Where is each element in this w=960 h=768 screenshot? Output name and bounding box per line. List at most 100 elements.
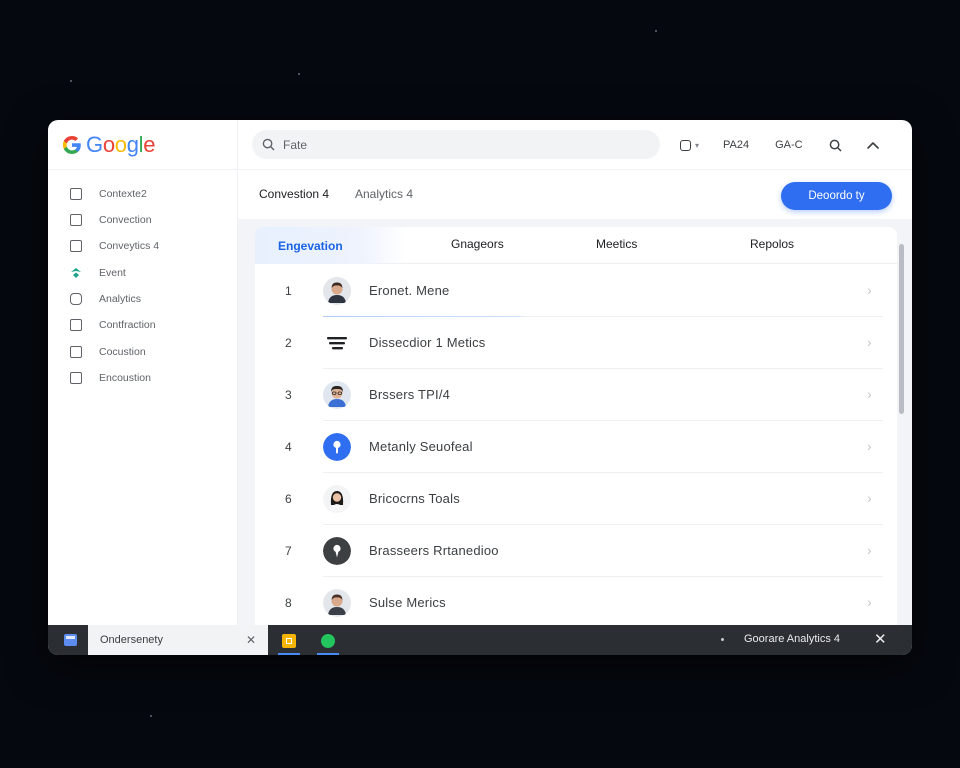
- scrollbar[interactable]: [899, 244, 904, 414]
- slides-app-icon[interactable]: [278, 632, 300, 655]
- sidebar-item-conveytics[interactable]: Conveytics 4: [70, 238, 159, 254]
- avatar-man-icon: [323, 589, 351, 617]
- sidebar-item-cocustion[interactable]: Cocustion: [70, 344, 146, 360]
- doc-icon: [70, 372, 82, 384]
- panel-icon: [70, 240, 82, 252]
- divider: [237, 120, 238, 170]
- row-number: 6: [285, 492, 292, 506]
- checkbox-icon: [680, 139, 691, 151]
- chevron-down-icon: ▾: [695, 140, 700, 150]
- primary-action-button[interactable]: Deoordo ty: [781, 182, 892, 210]
- google-logo[interactable]: Google: [62, 132, 155, 158]
- list-item[interactable]: 2 Dissecdior 1 Metics ›: [255, 317, 897, 369]
- mic-icon: [323, 433, 351, 461]
- sidebar-item-label: Contfraction: [99, 319, 156, 331]
- sidebar: Contexte2 Convection Conveytics 4 Event …: [48, 171, 238, 626]
- chevron-right-icon: ›: [867, 334, 872, 350]
- export-icon: [70, 346, 82, 358]
- row-label: Brssers TPI/4: [369, 387, 451, 402]
- row-number: 4: [285, 440, 292, 454]
- sidebar-item-label: Event: [99, 267, 126, 279]
- tag-icon: [70, 293, 82, 305]
- search-bar[interactable]: [252, 130, 660, 159]
- close-icon[interactable]: ✕: [246, 633, 256, 647]
- logo-letter: g: [126, 132, 139, 157]
- account-label[interactable]: PA24: [723, 139, 749, 151]
- active-indicator: [317, 653, 339, 655]
- sidebar-item-analytics[interactable]: Analytics: [70, 291, 141, 307]
- chevron-right-icon: ›: [867, 594, 872, 610]
- row-number: 2: [285, 336, 292, 350]
- close-icon[interactable]: ✕: [874, 630, 887, 648]
- sidebar-item-event[interactable]: Event: [70, 265, 126, 281]
- chevron-right-icon: ›: [867, 282, 872, 298]
- row-label: Sulse Merics: [369, 595, 446, 610]
- star-decoration: [70, 80, 72, 82]
- row-label: Brasseers Rrtanedioo: [369, 543, 499, 558]
- list-item[interactable]: 8 Sulse Merics ›: [255, 577, 897, 626]
- app-window: Google ▾ PA24 GA-C: [48, 120, 912, 655]
- tab-analytics[interactable]: Analytics 4: [355, 187, 413, 201]
- star-decoration: [298, 73, 300, 75]
- app-window-icon[interactable]: [64, 634, 77, 646]
- panel-icon: [70, 188, 82, 200]
- bottom-tab-label: Ondersenety: [100, 634, 163, 646]
- avatar-glasses-icon: [323, 381, 351, 409]
- row-label: Eronet. Mene: [369, 283, 450, 298]
- tab-gnageors[interactable]: Gnageors: [451, 237, 504, 251]
- pin-icon: [323, 537, 351, 565]
- search-input[interactable]: [283, 137, 643, 152]
- property-select[interactable]: ▾: [680, 139, 700, 151]
- star-decoration: [655, 30, 657, 32]
- top-bar: Google ▾ PA24 GA-C: [48, 120, 912, 170]
- content-header: Convestion 4 Analytics 4 Deoordo ty: [238, 171, 912, 219]
- plug-icon: [70, 214, 82, 226]
- tab-meetics[interactable]: Meetics: [596, 237, 637, 251]
- sidebar-item-label: Conveytics 4: [99, 240, 160, 252]
- sidebar-item-convection[interactable]: Convection: [70, 212, 152, 228]
- logo-letter: e: [143, 132, 156, 157]
- chevron-right-icon: ›: [867, 542, 872, 558]
- list-item[interactable]: 4 Metanly Seuofeal ›: [255, 421, 897, 473]
- search-icon: [829, 139, 841, 151]
- list-item[interactable]: 7 Brasseers Rrtanedioo ›: [255, 525, 897, 577]
- list-item[interactable]: 3 Brssers TPI/4 ›: [255, 369, 897, 421]
- search-button[interactable]: [829, 139, 842, 152]
- edit-icon: [70, 319, 82, 331]
- bottom-bar: Ondersenety ✕ Goorare Analytics 4 ✕: [48, 625, 912, 655]
- list-item[interactable]: 1 Eronet. Mene ›: [255, 265, 897, 317]
- chat-circle: [321, 634, 335, 648]
- tab-repolos[interactable]: Repolos: [750, 237, 794, 251]
- bottom-app-title: Goorare Analytics 4: [744, 633, 840, 645]
- sidebar-item-contfraction[interactable]: Contfraction: [70, 317, 156, 333]
- sidebar-item-contexte2[interactable]: Contexte2: [70, 186, 147, 202]
- topbar-actions: ▾ PA24 GA-C: [680, 120, 880, 170]
- slides-inner: [286, 638, 292, 644]
- logo-letter: o: [114, 132, 127, 157]
- row-number: 3: [285, 388, 292, 402]
- tab-convestion[interactable]: Convestion 4: [259, 187, 329, 201]
- logo-letter: G: [86, 132, 103, 157]
- row-number: 1: [285, 284, 292, 298]
- column-tabs: Engevation Gnageors Meetics Repolos: [255, 227, 897, 264]
- property-label[interactable]: GA-C: [775, 139, 803, 151]
- star-decoration: [150, 715, 152, 717]
- chevron-right-icon: ›: [867, 438, 872, 454]
- sidebar-item-label: Encoustion: [99, 372, 151, 384]
- avatar-man-icon: [323, 277, 351, 305]
- row-label: Bricocrns Toals: [369, 491, 460, 506]
- brand-wordmark: Google: [86, 132, 155, 158]
- chevron-right-icon: ›: [867, 490, 872, 506]
- list-item[interactable]: 6 Bricocrns Toals ›: [255, 473, 897, 525]
- search-icon: [262, 138, 275, 151]
- row-label: Dissecdior 1 Metics: [369, 335, 486, 350]
- active-indicator: [278, 653, 300, 655]
- collapse-button[interactable]: [866, 140, 880, 150]
- bottom-tab[interactable]: Ondersenety ✕: [88, 625, 268, 655]
- google-g-icon: [62, 136, 81, 154]
- tab-engevation[interactable]: Engevation: [255, 227, 405, 264]
- chat-app-icon[interactable]: [317, 632, 339, 655]
- results-panel: Engevation Gnageors Meetics Repolos 1 Er…: [255, 227, 897, 626]
- sidebar-item-label: Analytics: [99, 293, 142, 305]
- sidebar-item-encoustion[interactable]: Encoustion: [70, 370, 151, 386]
